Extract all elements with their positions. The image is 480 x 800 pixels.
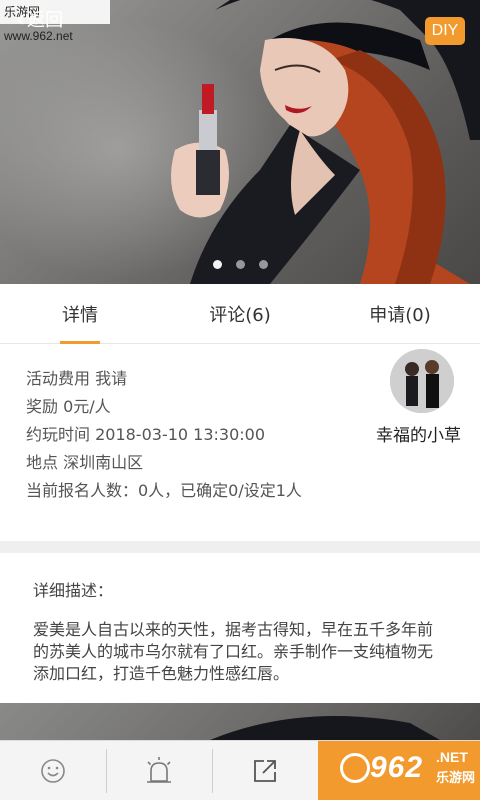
tab-applications[interactable]: 申请(0) bbox=[320, 284, 480, 343]
reward-text: 奖励 0元/人 bbox=[26, 397, 111, 416]
share-icon bbox=[254, 760, 276, 782]
carousel-dot[interactable] bbox=[212, 260, 222, 269]
time-text: 约玩时间 2018-03-10 13:30:00 bbox=[26, 425, 266, 444]
host-name[interactable]: 幸福的小草 bbox=[376, 421, 472, 446]
logo-ring-icon bbox=[340, 753, 370, 783]
activity-info: 活动费用 我请 奖励 0元/人 约玩时间 2018-03-10 13:30:00… bbox=[0, 345, 480, 541]
share-button[interactable] bbox=[212, 741, 318, 800]
avatar-photo bbox=[390, 349, 454, 413]
fee-text: 活动费用 我请 bbox=[26, 369, 128, 388]
section-divider bbox=[0, 541, 480, 553]
chevron-left-icon: ‹ bbox=[16, 6, 26, 32]
secondary-image bbox=[0, 703, 480, 740]
remind-button[interactable] bbox=[106, 741, 212, 800]
alarm-icon bbox=[147, 757, 171, 783]
hero-carousel[interactable]: 乐游网 www.962.net ‹ 返回 DIY bbox=[0, 0, 480, 284]
back-label: 返回 bbox=[27, 10, 64, 31]
secondary-photo bbox=[210, 715, 440, 740]
carousel-dot[interactable] bbox=[235, 260, 245, 269]
tab-bar: 详情 评论(6) 申请(0) bbox=[0, 284, 480, 344]
description-body: 爱美是人自古以来的天性，据考古得知，早在五千多年前的苏美人的城市乌尔就有了口红。… bbox=[33, 620, 434, 683]
location-text: 地点 深圳南山区 bbox=[26, 453, 144, 472]
diy-button[interactable]: DIY bbox=[425, 17, 465, 45]
description-title: 详细描述： bbox=[33, 581, 114, 600]
bottom-action-bar: 962 .NET 乐游网 bbox=[0, 740, 480, 800]
signup-count-text: 当前报名人数：0人，已确定0/设定1人 bbox=[26, 481, 302, 500]
logo-cn: 乐游网 bbox=[436, 771, 476, 786]
carousel-indicator bbox=[0, 260, 480, 269]
logo-number: 962 bbox=[370, 751, 424, 784]
logo-suffix: .NET bbox=[436, 749, 468, 765]
tab-details[interactable]: 详情 bbox=[0, 284, 160, 344]
smiley-icon bbox=[41, 759, 65, 783]
back-button[interactable]: ‹ 返回 bbox=[16, 4, 63, 34]
carousel-dot[interactable] bbox=[258, 260, 268, 269]
apply-button[interactable]: 962 .NET 乐游网 bbox=[318, 741, 480, 800]
tab-comments[interactable]: 评论(6) bbox=[160, 284, 320, 343]
site-logo: 962 .NET 乐游网 bbox=[340, 749, 480, 793]
description-section: 详细描述： 爱美是人自古以来的天性，据考古得知，早在五千多年前的苏美人的城市乌尔… bbox=[0, 553, 480, 703]
host-avatar[interactable] bbox=[390, 349, 454, 413]
emoji-button[interactable] bbox=[0, 741, 106, 800]
